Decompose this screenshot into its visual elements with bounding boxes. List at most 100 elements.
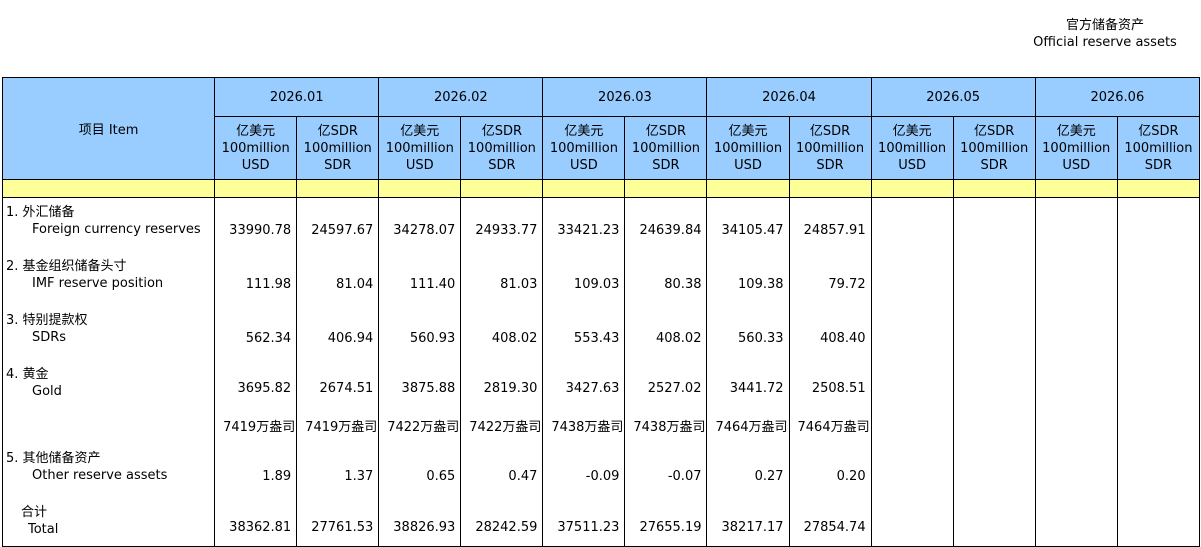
- table-cell: 7422万盎司: [460, 406, 544, 444]
- title-en: Official reserve assets: [1033, 35, 1177, 50]
- table-cell: 3441.72: [706, 360, 790, 406]
- table-cell: [952, 498, 1036, 547]
- separator-cell: [296, 179, 380, 198]
- table-row: 3. 特别提款权 SDRs 562.34 406.94 560.93 408.02 553.…: [1, 306, 1201, 360]
- separator-cell: [1116, 179, 1201, 198]
- table-cell: 7438万盎司: [624, 406, 708, 444]
- table-cell: 33421.23: [542, 197, 626, 252]
- header-months-row: 项目 Item 2026.01 2026.02 2026.03 2026.04 …: [1, 77, 1201, 180]
- row-label-zh: 2. 基金组织储备头寸: [6, 259, 127, 274]
- table-cell: [870, 406, 954, 444]
- table-cell: 38217.17: [706, 498, 790, 547]
- header-unit-sdr: 亿SDR 100million SDR: [296, 116, 380, 180]
- header-unit-usd: 亿美元 100million USD: [1034, 116, 1118, 180]
- row-label-en: IMF reserve position: [32, 276, 164, 291]
- table-cell: [952, 444, 1036, 498]
- row-label-en: Total: [28, 522, 59, 537]
- table-cell: 2674.51: [296, 360, 380, 406]
- table-cell: 7438万盎司: [542, 406, 626, 444]
- table-cell: [870, 197, 954, 252]
- table-cell: 408.02: [460, 306, 544, 360]
- table-cell: [1034, 360, 1118, 406]
- header-unit-sdr: 亿SDR 100million SDR: [788, 116, 872, 180]
- row-label: 1. 外汇储备 Foreign currency reserves: [1, 197, 216, 252]
- table-row: 5. 其他储备资产 Other reserve assets 1.89 1.37 0.6…: [1, 444, 1201, 498]
- reserve-assets-table: 项目 Item 2026.01 2026.02 2026.03 2026.04 …: [1, 77, 1201, 547]
- table-cell: 80.38: [624, 252, 708, 306]
- table-cell: [870, 444, 954, 498]
- table-cell: 7419万盎司: [214, 406, 298, 444]
- table-cell: 408.40: [788, 306, 872, 360]
- table-cell: [1034, 406, 1118, 444]
- header-month: 2026.04: [706, 77, 872, 117]
- row-label-zh: 3. 特别提款权: [6, 313, 88, 328]
- separator-cell: [542, 179, 626, 198]
- header-unit-usd: 亿美元 100million USD: [870, 116, 954, 180]
- table-cell: 109.38: [706, 252, 790, 306]
- table-cell: 560.93: [378, 306, 462, 360]
- row-label-en: Foreign currency reserves: [32, 222, 201, 237]
- table-cell: 408.02: [624, 306, 708, 360]
- separator-cell: [952, 179, 1036, 198]
- header-unit-usd: 亿美元 100million USD: [706, 116, 790, 180]
- table-cell: 27761.53: [296, 498, 380, 547]
- table-cell: [952, 197, 1036, 252]
- table-row: 4. 黄金 Gold 3695.82 2674.51 3875.88 2819.30 342…: [1, 360, 1201, 406]
- table-cell: 2527.02: [624, 360, 708, 406]
- table-cell: [1034, 306, 1118, 360]
- row-label-zh: 5. 其他储备资产: [6, 451, 101, 466]
- table-cell: 109.03: [542, 252, 626, 306]
- header-unit-usd: 亿美元 100million USD: [214, 116, 298, 180]
- table-cell: 3875.88: [378, 360, 462, 406]
- table-cell: [870, 360, 954, 406]
- row-label-zh: 4. 黄金: [6, 367, 49, 382]
- table-cell: 562.34: [214, 306, 298, 360]
- table-cell: 79.72: [788, 252, 872, 306]
- table-row: 2. 基金组织储备头寸 IMF reserve position 111.98 81.…: [1, 252, 1201, 306]
- header-unit-usd: 亿美元 100million USD: [542, 116, 626, 180]
- table-cell: 1.89: [214, 444, 298, 498]
- table-cell: [870, 306, 954, 360]
- table-cell: -0.07: [624, 444, 708, 498]
- header-month: 2026.06: [1034, 77, 1201, 117]
- header-unit-sdr: 亿SDR 100million SDR: [460, 116, 544, 180]
- table-cell: 560.33: [706, 306, 790, 360]
- row-label-zh: 1. 外汇储备: [6, 205, 75, 220]
- table-cell: [1116, 498, 1201, 547]
- table-row: 7419万盎司 7419万盎司 7422万盎司 7422万盎司 7438万盎司 7438万…: [1, 406, 1201, 444]
- separator-cell: [624, 179, 708, 198]
- table-cell: 406.94: [296, 306, 380, 360]
- table-cell: 0.27: [706, 444, 790, 498]
- table-cell: 2508.51: [788, 360, 872, 406]
- separator-cell: [788, 179, 872, 198]
- table-cell: [1116, 444, 1201, 498]
- table-cell: 24639.84: [624, 197, 708, 252]
- document-title: 官方储备资产 Official reserve assets: [1020, 17, 1190, 51]
- row-label: 3. 特别提款权 SDRs: [1, 306, 216, 360]
- table-cell: 111.98: [214, 252, 298, 306]
- table-cell: 81.04: [296, 252, 380, 306]
- table-cell: 3427.63: [542, 360, 626, 406]
- table-cell: 28242.59: [460, 498, 544, 547]
- table-cell: 27854.74: [788, 498, 872, 547]
- table-cell: [1116, 360, 1201, 406]
- table-cell: 38362.81: [214, 498, 298, 547]
- table-cell: 34105.47: [706, 197, 790, 252]
- table-cell: [952, 252, 1036, 306]
- table-cell: [1116, 306, 1201, 360]
- table-cell: [1034, 444, 1118, 498]
- header-month: 2026.05: [870, 77, 1036, 117]
- header-unit-sdr: 亿SDR 100million SDR: [624, 116, 708, 180]
- separator-cell: [870, 179, 954, 198]
- table-cell: [952, 360, 1036, 406]
- row-label: 2. 基金组织储备头寸 IMF reserve position: [1, 252, 216, 306]
- table-cell: 24597.67: [296, 197, 380, 252]
- table-cell: 7422万盎司: [378, 406, 462, 444]
- table-cell: [1034, 498, 1118, 547]
- table-cell: -0.09: [542, 444, 626, 498]
- table-cell: 7419万盎司: [296, 406, 380, 444]
- header-unit-sdr: 亿SDR 100million SDR: [952, 116, 1036, 180]
- row-label-en: Gold: [32, 384, 62, 399]
- row-label: 合计 Total: [1, 498, 216, 547]
- table-cell: [952, 406, 1036, 444]
